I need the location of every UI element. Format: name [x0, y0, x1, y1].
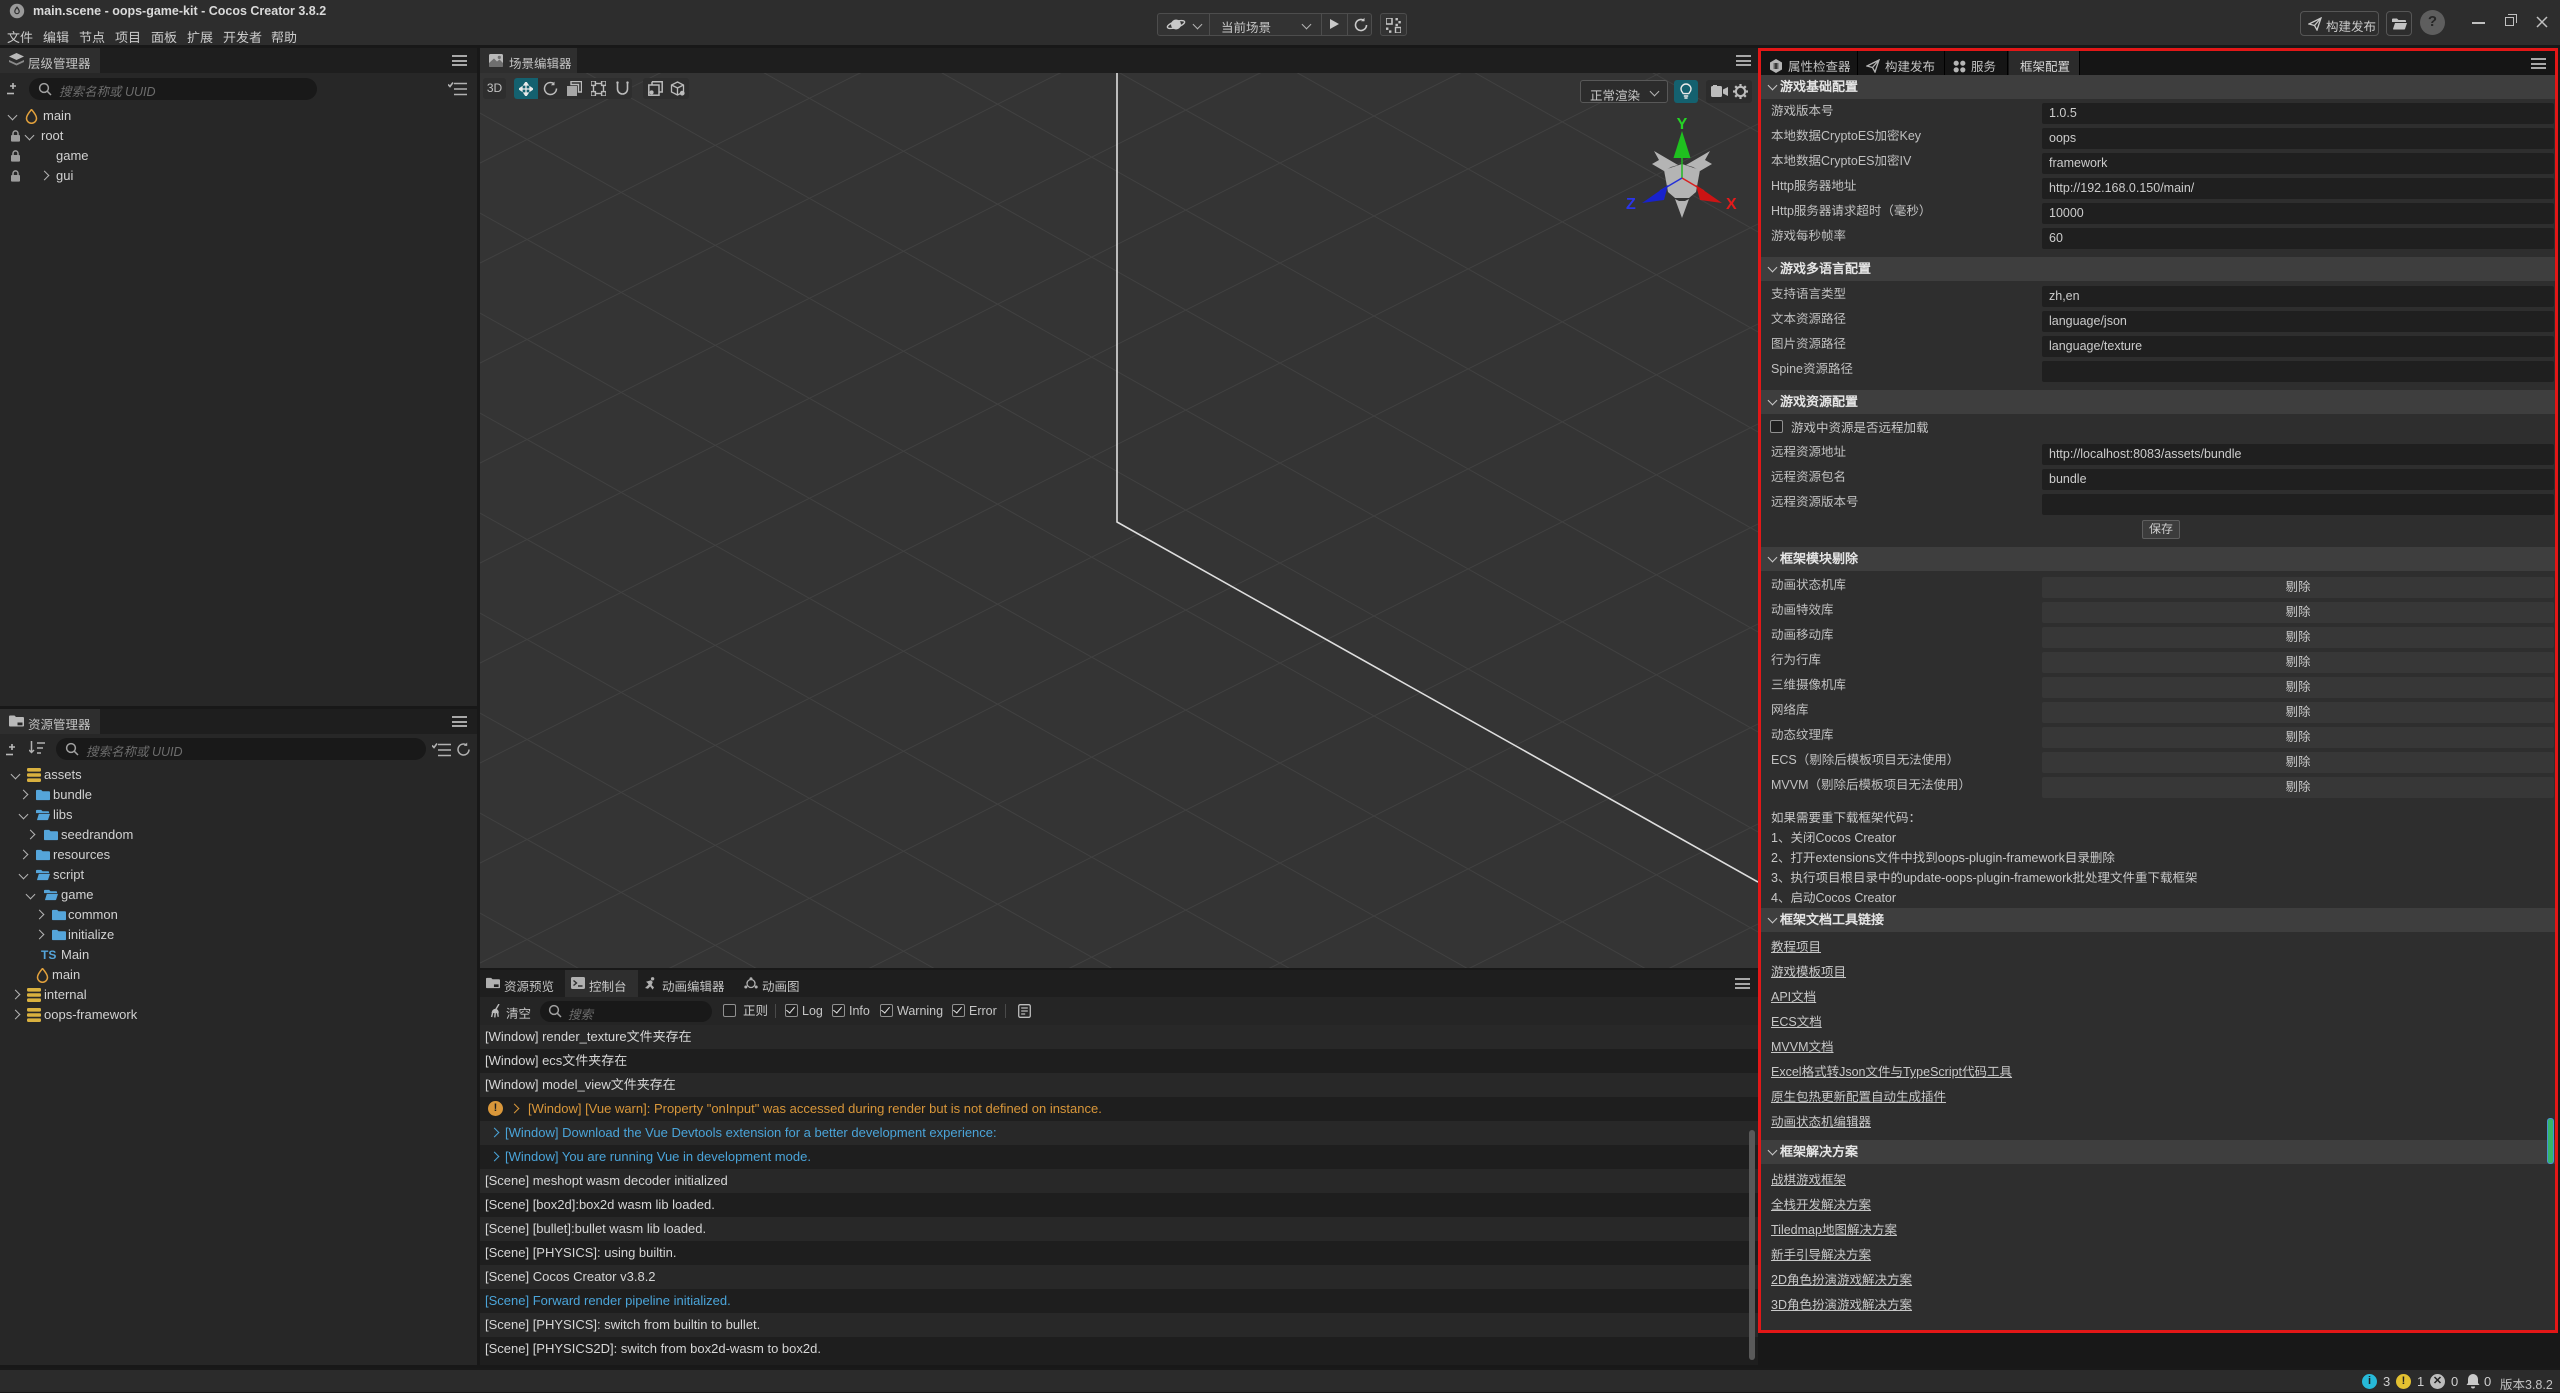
svg-text:Z: Z	[1626, 196, 1636, 213]
svg-text:Y: Y	[1677, 116, 1688, 133]
svg-text:X: X	[1726, 196, 1737, 213]
